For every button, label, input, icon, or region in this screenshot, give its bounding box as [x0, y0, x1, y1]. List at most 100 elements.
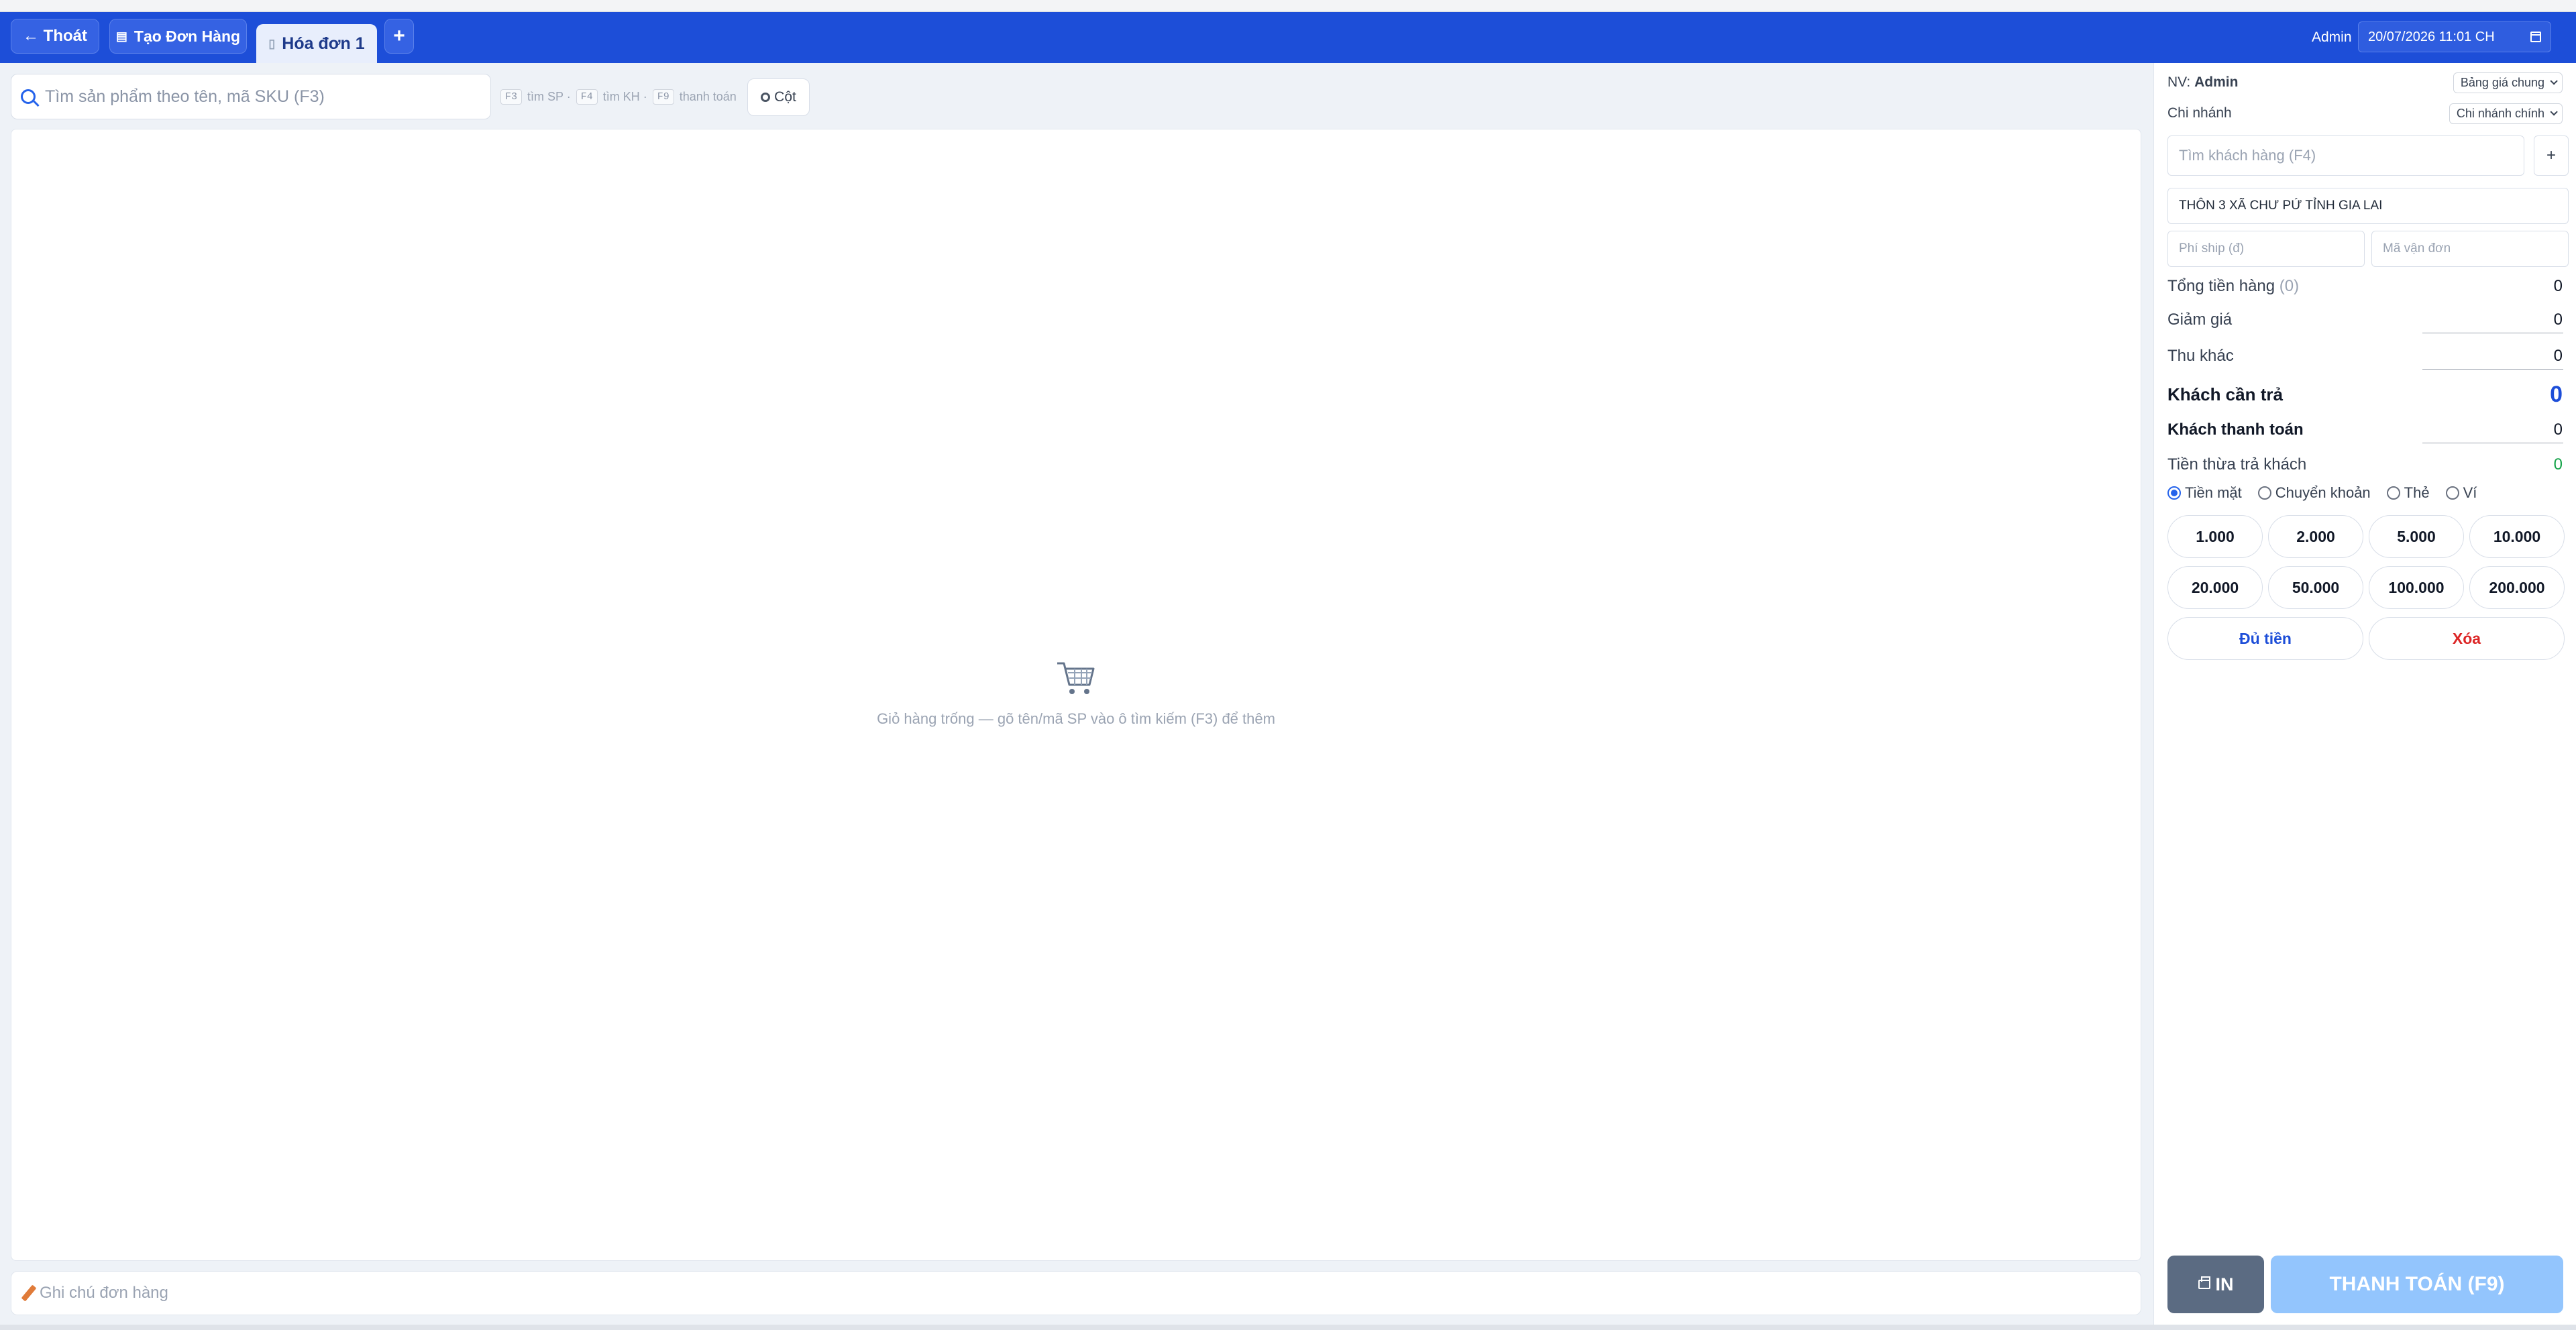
checkout-panel: NV: Admin Bảng giá chung Chi nhánh Chi n…: [2153, 63, 2576, 1325]
add-customer-button[interactable]: +: [2534, 135, 2569, 176]
subtotal-label-group: Tổng tiền hàng (0): [2167, 277, 2299, 296]
radio-wallet[interactable]: [2445, 486, 2459, 500]
pencil-icon: [21, 1284, 37, 1302]
customer-search-input[interactable]: Tìm khách hàng (F4): [2167, 135, 2524, 176]
calendar-icon[interactable]: [2530, 32, 2541, 42]
address-field[interactable]: THÔN 3 XÃ CHƯ PỨ TỈNH GIA LAI: [2167, 188, 2569, 224]
print-label: IN: [2215, 1274, 2234, 1294]
hint-key-f3: F3: [500, 89, 523, 105]
bottom-strip: [0, 1325, 2576, 1330]
staff-name: Admin: [2194, 74, 2239, 90]
other-charges-value[interactable]: 0: [2554, 347, 2563, 366]
radio-transfer[interactable]: [2257, 486, 2271, 500]
chevron-down-icon: [2550, 108, 2558, 116]
shortcut-hints: F3 tìm SP · F4 tìm KH · F9 thanh toán: [500, 86, 737, 107]
shopping-cart-icon: [1057, 662, 1095, 694]
customer-paid-row: Khách thanh toán 0: [2167, 419, 2563, 441]
customer-paid-label: Khách thanh toán: [2167, 421, 2304, 439]
hint-text-f4: tìm KH ·: [602, 89, 647, 103]
price-list-select[interactable]: Bảng giá chung: [2453, 72, 2563, 93]
clear-amount-button[interactable]: Xóa: [2369, 617, 2565, 660]
branch-select[interactable]: Chi nhánh chính: [2449, 103, 2563, 124]
browser-top-strip: [0, 0, 2576, 12]
discount-label: Giảm giá: [2167, 311, 2233, 329]
order-note-placeholder: Ghi chú đơn hàng: [40, 1284, 168, 1302]
payment-cash-label: Tiền mặt: [2185, 484, 2242, 501]
change-row: Tiền thừa trả khách 0: [2167, 453, 2563, 476]
checkout-button[interactable]: THANH TOÁN (F9): [2271, 1256, 2563, 1313]
columns-button[interactable]: Cột: [747, 78, 810, 116]
other-charges-underline: [2422, 369, 2563, 370]
customer-paid-value[interactable]: 0: [2554, 421, 2563, 439]
staff-row: NV: Admin Bảng giá chung: [2167, 72, 2563, 93]
product-search-input[interactable]: Tìm sản phẩm theo tên, mã SKU (F3): [11, 74, 491, 119]
subtotal-count: (0): [2279, 277, 2300, 295]
order-note-input[interactable]: Ghi chú đơn hàng: [11, 1271, 2141, 1315]
invoice-icon: ▯: [268, 36, 276, 50]
radio-cash[interactable]: [2167, 486, 2181, 500]
payment-card[interactable]: Thẻ: [2386, 484, 2430, 502]
quick-amount-button[interactable]: 10.000: [2469, 515, 2565, 558]
subtotal-label: Tổng tiền hàng: [2167, 277, 2275, 295]
quick-amount-button[interactable]: 200.000: [2469, 566, 2565, 609]
address-value: THÔN 3 XÃ CHƯ PỨ TỈNH GIA LAI: [2179, 199, 2383, 213]
payment-transfer[interactable]: Chuyển khoản: [2257, 484, 2371, 502]
payment-transfer-label: Chuyển khoản: [2275, 484, 2371, 501]
create-order-label: Tạo Đơn Hàng: [133, 27, 241, 45]
other-charges-row: Thu khác 0: [2167, 345, 2563, 368]
add-tab-button[interactable]: +: [384, 19, 414, 54]
quick-amount-button[interactable]: 2.000: [2268, 515, 2363, 558]
ship-fee-input[interactable]: Phí ship (đ): [2167, 231, 2365, 267]
quick-amount-button[interactable]: 50.000: [2268, 566, 2363, 609]
product-search-placeholder: Tìm sản phẩm theo tên, mã SKU (F3): [45, 87, 325, 106]
amount-due-label: Khách cần trả: [2167, 384, 2283, 404]
gear-icon: [761, 93, 771, 102]
price-list-value: Bảng giá chung: [2460, 75, 2544, 89]
columns-label: Cột: [774, 89, 796, 105]
payment-cash[interactable]: Tiền mặt: [2167, 484, 2242, 502]
change-label: Tiền thừa trả khách: [2167, 455, 2307, 474]
hint-key-f9: F9: [652, 89, 674, 105]
payment-wallet[interactable]: Ví: [2445, 484, 2477, 502]
discount-value[interactable]: 0: [2554, 311, 2563, 329]
printer-icon: [2198, 1276, 2210, 1289]
other-charges-label: Thu khác: [2167, 347, 2234, 365]
change-value: 0: [2553, 455, 2563, 474]
quick-amount-button[interactable]: 1.000: [2167, 515, 2263, 558]
search-icon: [21, 89, 36, 104]
cart-panel: Giỏ hàng trống — gõ tên/mã SP vào ô tìm …: [11, 129, 2141, 1261]
subtotal-row: Tổng tiền hàng (0) 0: [2167, 275, 2563, 298]
amount-due-row: Khách cần trả 0: [2167, 380, 2563, 409]
payment-wallet-label: Ví: [2463, 484, 2477, 501]
hint-text-f3: tìm SP ·: [527, 89, 571, 103]
create-order-button[interactable]: ▤ Tạo Đơn Hàng: [109, 19, 247, 54]
exact-amount-button[interactable]: Đủ tiền: [2167, 617, 2363, 660]
quick-amount-button[interactable]: 100.000: [2369, 566, 2464, 609]
exit-button[interactable]: ← Thoát: [11, 19, 99, 54]
hint-text-f9: thanh toán: [679, 89, 737, 103]
tab-invoice-1[interactable]: ▯ Hóa đơn 1: [256, 24, 377, 63]
amount-due-value: 0: [2550, 381, 2563, 407]
tracking-code-input[interactable]: Mã vận đơn: [2371, 231, 2569, 267]
branch-value: Chi nhánh chính: [2456, 106, 2544, 120]
quick-amount-button[interactable]: 20.000: [2167, 566, 2263, 609]
user-label: Admin: [2312, 30, 2352, 45]
branch-label: Chi nhánh: [2167, 105, 2232, 121]
quick-amount-button[interactable]: 5.000: [2369, 515, 2464, 558]
radio-card[interactable]: [2386, 486, 2400, 500]
branch-row: Chi nhánh Chi nhánh chính: [2167, 103, 2563, 124]
tracking-code-placeholder: Mã vận đơn: [2383, 241, 2451, 256]
subtotal-value: 0: [2553, 277, 2563, 295]
datetime-field[interactable]: 20/07/2026 11:01 CH: [2358, 21, 2551, 52]
payment-methods: Tiền mặt Chuyển khoản Thẻ Ví: [2167, 484, 2486, 502]
staff-info: NV: Admin: [2167, 74, 2238, 91]
print-button[interactable]: IN: [2167, 1256, 2264, 1313]
payment-card-label: Thẻ: [2404, 484, 2430, 501]
discount-row: Giảm giá 0: [2167, 309, 2563, 331]
top-header: ← Thoát ▤ Tạo Đơn Hàng ▯ Hóa đơn 1 + Adm…: [0, 12, 2576, 63]
receipt-icon: ▤: [115, 29, 127, 43]
staff-prefix: NV:: [2167, 74, 2191, 90]
customer-search-placeholder: Tìm khách hàng (F4): [2179, 147, 2316, 164]
tab-invoice-label: Hóa đơn 1: [282, 34, 365, 53]
datetime-value: 20/07/2026 11:01 CH: [2368, 29, 2495, 44]
